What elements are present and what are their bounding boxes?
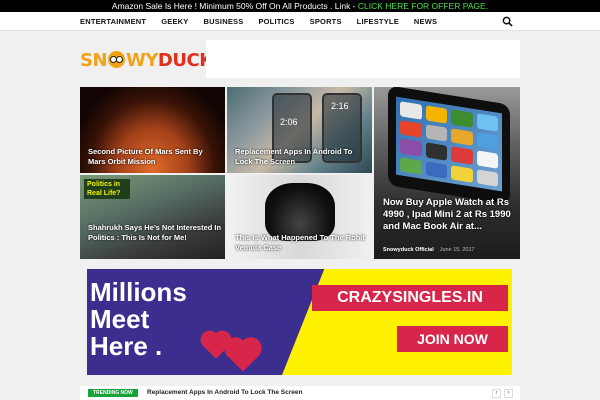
tile-title[interactable]: Now Buy Apple Watch at Rs 4990 , Ipad Mi… bbox=[383, 197, 513, 233]
promo-link[interactable]: CLICK HERE FOR OFFER PAGE. bbox=[358, 1, 488, 11]
featured-tile-rohit[interactable]: This Is What Happened To The Rohit Vemul… bbox=[227, 175, 372, 259]
banner-headline: Millions Meet Here . bbox=[90, 277, 187, 361]
post-author[interactable]: Snowyduck Official bbox=[383, 247, 434, 253]
post-meta: Snowyduck Official June 15, 2017 bbox=[383, 247, 475, 253]
phone-clock: 2:06 bbox=[280, 117, 298, 127]
featured-tile-android[interactable]: 2:06 2:16 Replacement Apps In Android To… bbox=[227, 87, 372, 173]
nav-item-politics[interactable]: POLITICS bbox=[258, 12, 294, 31]
featured-tile-shahrukh[interactable]: Politics in Real Life? Shahrukh Says He’… bbox=[80, 175, 225, 259]
tile-title[interactable]: Second Picture Of Mars Sent By Mars Orbi… bbox=[88, 147, 222, 167]
trending-prev-icon[interactable]: ‹ bbox=[492, 389, 501, 398]
phone-clock: 2:16 bbox=[331, 101, 349, 111]
site-header: SN WYDUCK bbox=[80, 40, 520, 78]
tile-title[interactable]: This Is What Happened To The Rohit Vemul… bbox=[235, 233, 369, 253]
trending-badge: TRENDING NOW bbox=[88, 389, 138, 397]
image-caption-tag: Politics in Real Life? bbox=[84, 179, 130, 199]
tile-title[interactable]: Replacement Apps In Android To Lock The … bbox=[235, 147, 369, 167]
top-nav: ENTERTAINMENT GEEKY BUSINESS POLITICS SP… bbox=[0, 12, 600, 31]
featured-tile-apple[interactable]: Now Buy Apple Watch at Rs 4990 , Ipad Mi… bbox=[374, 87, 520, 259]
featured-grid: Second Picture Of Mars Sent By Mars Orbi… bbox=[80, 87, 520, 259]
ad-banner[interactable]: Millions Meet Here . CRAZYSINGLES.IN JOI… bbox=[87, 269, 512, 375]
search-icon[interactable] bbox=[502, 16, 513, 27]
logo-text: SN WYDUCK bbox=[80, 50, 213, 71]
banner-brand: CRAZYSINGLES.IN bbox=[312, 285, 508, 311]
header-ad-slot bbox=[206, 40, 520, 78]
nav-item-business[interactable]: BUSINESS bbox=[203, 12, 243, 31]
promo-text: Amazon Sale Is Here ! Minimum 50% Off On… bbox=[111, 1, 358, 11]
nav-item-geeky[interactable]: GEEKY bbox=[161, 12, 188, 31]
nav-item-entertainment[interactable]: ENTERTAINMENT bbox=[80, 12, 146, 31]
duck-face-icon bbox=[108, 51, 126, 68]
join-now-button[interactable]: JOIN NOW bbox=[397, 326, 508, 352]
post-date: June 15, 2017 bbox=[439, 247, 475, 253]
nav-menu: ENTERTAINMENT GEEKY BUSINESS POLITICS SP… bbox=[80, 12, 452, 31]
trending-next-icon[interactable]: › bbox=[504, 389, 513, 398]
trending-bar: TRENDING NOW Replacement Apps In Android… bbox=[80, 386, 520, 400]
tile-title[interactable]: Shahrukh Says He’s Not Interested In Pol… bbox=[88, 223, 222, 243]
site-logo[interactable]: SN WYDUCK bbox=[80, 48, 213, 72]
nav-item-news[interactable]: NEWS bbox=[414, 12, 437, 31]
iphone-image bbox=[388, 87, 510, 205]
featured-tile-mars[interactable]: Second Picture Of Mars Sent By Mars Orbi… bbox=[80, 87, 225, 173]
trending-headline[interactable]: Replacement Apps In Android To Lock The … bbox=[147, 386, 302, 400]
nav-item-lifestyle[interactable]: LIFESTYLE bbox=[357, 12, 399, 31]
nav-item-sports[interactable]: SPORTS bbox=[310, 12, 342, 31]
promo-bar: Amazon Sale Is Here ! Minimum 50% Off On… bbox=[0, 0, 600, 12]
